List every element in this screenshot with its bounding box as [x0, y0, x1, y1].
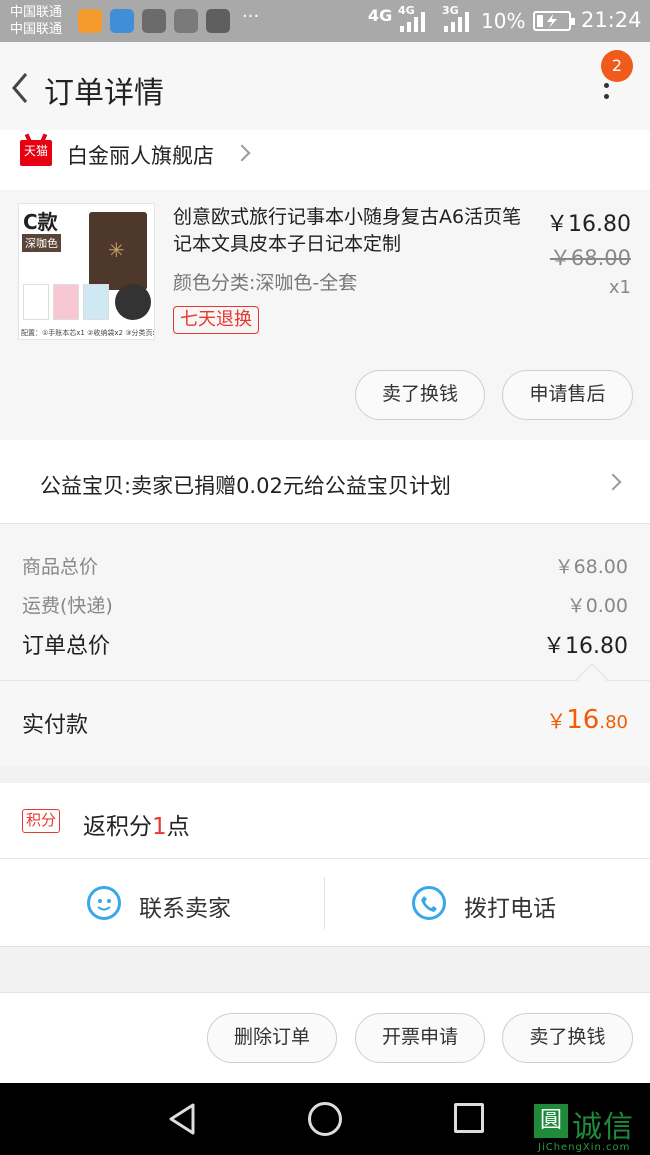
chevron-right-icon — [604, 473, 622, 491]
amount-paid-label: 实付款 — [22, 713, 89, 738]
charity-text: 公益宝贝:卖家已捐赠0.02元给公益宝贝计划 — [40, 474, 451, 498]
amount-paid-value: ￥16.80 — [546, 705, 628, 735]
page-title: 订单详情 — [44, 76, 164, 111]
sell-for-cash-button[interactable]: 卖了换钱 — [502, 1013, 633, 1063]
top-app-bar: 订单详情 2 — [0, 42, 650, 130]
call-phone-button[interactable]: 拨打电话 — [464, 889, 556, 923]
thumbnail-color-label: 深咖色 — [22, 234, 61, 252]
amount-paid-row: 实付款 ￥16.80 — [0, 680, 650, 766]
sell-for-cash-button[interactable]: 卖了换钱 — [355, 370, 485, 420]
watermark-logo: 圓 诚信 JiChengXin.com — [534, 1100, 646, 1155]
thumbnail-footer: 配置：①手账本芯x1 ②收纳袋x2 ③分类页x1 — [21, 329, 155, 337]
notification-badge: 2 — [601, 50, 633, 82]
subtotal-value: ￥68.00 — [554, 556, 628, 578]
item-original-price: ￥68.00 — [549, 246, 631, 270]
shop-name: 白金丽人旗舰店 — [67, 144, 214, 168]
item-spec: 颜色分类:深咖色-全套 — [173, 272, 358, 294]
network-type: 4G — [368, 6, 393, 25]
amount-paid-currency: ￥ — [546, 709, 567, 733]
charity-row[interactable]: 公益宝贝:卖家已捐赠0.02元给公益宝贝计划 — [0, 440, 650, 524]
points-badge: 积分 — [22, 809, 61, 833]
request-after-sales-button[interactable]: 申请售后 — [502, 370, 633, 420]
amount-paid-decimal: .80 — [599, 712, 628, 733]
shipping-label: 运费(快递) — [22, 595, 113, 617]
thumbnail-variant-label: C款 — [23, 210, 58, 234]
invoice-request-button[interactable]: 开票申请 — [355, 1013, 485, 1063]
tmall-logo-icon: 天猫 — [20, 140, 52, 166]
carrier-labels: 中国联通 中国联通 — [10, 4, 62, 38]
shipping-value: ￥0.00 — [566, 595, 628, 617]
clock: 21:24 — [581, 8, 642, 32]
notebook-cover-image — [89, 212, 147, 290]
watermark-url: JiChengXin.com — [538, 1142, 631, 1153]
divider-image — [83, 284, 109, 320]
nav-recents-icon[interactable] — [454, 1103, 484, 1133]
item-title[interactable]: 创意欧式旅行记事本小随身复古A6活页笔记本文具皮本子日记本定制 — [173, 204, 528, 258]
shop-row[interactable]: 天猫 白金丽人旗舰店 — [0, 130, 650, 190]
card-pouch-image — [115, 284, 151, 320]
health-app-icon — [110, 9, 134, 33]
amount-paid-integer: 16 — [566, 705, 600, 735]
bottom-action-bar: 删除订单 开票申请 卖了换钱 — [0, 992, 650, 1083]
carrier-1: 中国联通 — [10, 5, 63, 20]
contact-avatar-icon — [174, 9, 198, 33]
chat-face-icon — [87, 886, 121, 920]
points-prefix: 返积分 — [83, 814, 152, 840]
points-row: 积分 返积分1点 — [0, 783, 650, 859]
chevron-right-icon — [233, 144, 251, 162]
order-total-value: ￥16.80 — [543, 634, 628, 659]
signal-icon — [444, 12, 469, 32]
product-thumbnail[interactable]: C款 深咖色 配置：①手账本芯x1 ②收纳袋x2 ③分类页x1 — [18, 203, 155, 340]
refill-page-image — [23, 284, 49, 320]
price-summary: 商品总价 ￥68.00 运费(快递) ￥0.00 订单总价 ￥16.80 — [0, 524, 650, 680]
more-notifications-icon: ··· — [242, 6, 260, 27]
item-quantity: x1 — [608, 277, 631, 298]
points-text: 返积分1点 — [83, 807, 190, 841]
uc-browser-icon — [78, 9, 102, 33]
phone-icon — [412, 886, 446, 920]
photo-app-icon — [206, 9, 230, 33]
contact-seller-button[interactable]: 联系卖家 — [139, 889, 231, 923]
nav-home-icon[interactable] — [308, 1102, 342, 1136]
points-count: 1 — [152, 814, 167, 840]
contact-avatar-icon — [142, 9, 166, 33]
status-bar: 中国联通 中国联通 ··· 4G 4G 3G 10% 21:24 — [0, 0, 650, 42]
pouch-image — [53, 284, 79, 320]
watermark-mark: 圓 — [534, 1104, 568, 1138]
delete-order-button[interactable]: 删除订单 — [207, 1013, 337, 1063]
nav-back-icon[interactable] — [165, 1101, 199, 1137]
signal-icon — [400, 12, 425, 32]
points-suffix: 点 — [166, 814, 190, 840]
battery-percent: 10% — [481, 9, 526, 33]
contact-bar: 联系卖家 拨打电话 — [0, 859, 650, 947]
divider — [324, 877, 325, 929]
order-total-label: 订单总价 — [22, 634, 111, 659]
subtotal-label: 商品总价 — [22, 556, 99, 578]
watermark-text: 诚信 — [572, 1110, 634, 1145]
carrier-2: 中国联通 — [10, 22, 63, 37]
item-price: ￥16.80 — [546, 212, 631, 237]
back-arrow-icon[interactable] — [6, 68, 36, 108]
seven-day-return-badge: 七天退换 — [173, 306, 259, 334]
battery-charging-icon — [533, 11, 575, 31]
